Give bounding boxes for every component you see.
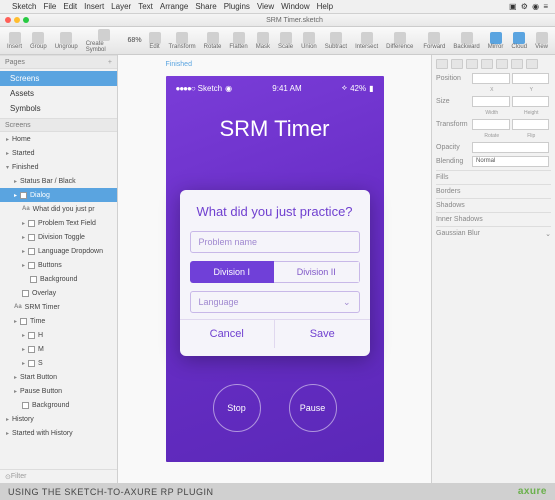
division-toggle[interactable]: Division I Division II xyxy=(190,261,360,283)
layer-item[interactable]: ▸Dialog xyxy=(0,188,117,202)
pause-button[interactable]: Pause xyxy=(289,384,337,432)
gaussian-blur-section[interactable]: Gaussian Blur ⌄ xyxy=(436,226,551,240)
bluetooth-icon: ⟡ xyxy=(342,83,347,93)
forward-button[interactable]: Forward xyxy=(420,32,448,50)
ungroup-button[interactable]: Ungroup xyxy=(52,32,81,50)
align-icons[interactable] xyxy=(436,59,551,69)
artboard-label[interactable]: Finished xyxy=(166,61,192,68)
layer-item[interactable]: ▸Problem Text Field xyxy=(0,216,117,230)
cloud-button[interactable]: Cloud xyxy=(508,32,530,50)
window-title: SRM Timer.sketch xyxy=(266,17,323,24)
tool-transform[interactable]: Transform xyxy=(166,32,199,50)
height-input[interactable] xyxy=(512,96,550,107)
signal-icon: ●●●●○ xyxy=(176,84,195,93)
fills-section[interactable]: Fills xyxy=(436,170,551,184)
layer-item[interactable]: ▸History xyxy=(0,412,117,426)
create-symbol-button[interactable]: Create Symbol xyxy=(83,29,126,53)
canvas[interactable]: Finished ●●●●○Sketch◉ 9:41 AM ⟡42%▮ SRM … xyxy=(118,55,431,483)
layer-item[interactable]: ▸Pause Button xyxy=(0,384,117,398)
layer-item[interactable]: ▸Language Dropdown xyxy=(0,244,117,258)
backward-button[interactable]: Backward xyxy=(450,32,482,50)
page-screens[interactable]: Screens xyxy=(0,71,117,86)
filter-input[interactable]: ⊙ Filter xyxy=(0,469,117,483)
chevron-down-icon: ⌄ xyxy=(343,297,351,308)
tool-difference[interactable]: Difference xyxy=(383,32,416,50)
opacity-input[interactable] xyxy=(472,142,549,153)
layer-item[interactable]: ▸Home xyxy=(0,132,117,146)
dialog: What did you just practice? Problem name… xyxy=(180,190,370,356)
page-assets[interactable]: Assets xyxy=(0,86,117,101)
layer-item[interactable]: ▸H xyxy=(0,328,117,342)
tool-subtract[interactable]: Subtract xyxy=(322,32,350,50)
app-title: SRM Timer xyxy=(166,116,384,142)
view-button[interactable]: View xyxy=(532,32,551,50)
window-titlebar: SRM Timer.sketch xyxy=(0,14,555,27)
pos-y-input[interactable] xyxy=(512,73,550,84)
mirror-button[interactable]: Mirror xyxy=(485,32,507,50)
status-bar: ●●●●○Sketch◉ 9:41 AM ⟡42%▮ xyxy=(166,76,384,100)
layer-item[interactable]: AaSRM Timer xyxy=(0,300,117,314)
zoom-level[interactable]: 68% xyxy=(128,37,142,44)
status-time: 9:41 AM xyxy=(272,84,301,93)
tool-union[interactable]: Union xyxy=(298,32,320,50)
borders-section[interactable]: Borders xyxy=(436,184,551,198)
dialog-heading: What did you just practice? xyxy=(190,204,360,219)
save-button[interactable]: Save xyxy=(275,320,370,348)
group-button[interactable]: Group xyxy=(27,32,50,50)
cancel-button[interactable]: Cancel xyxy=(180,320,276,348)
axure-logo: axure xyxy=(518,486,547,497)
tool-flatten[interactable]: Flatten xyxy=(226,32,250,50)
left-panel: Pages+ Screens Assets Symbols Screens ▸H… xyxy=(0,55,118,483)
pages-header: Pages+ xyxy=(0,55,117,69)
language-dropdown[interactable]: Language⌄ xyxy=(190,291,360,313)
layer-item[interactable]: ▸Start Button xyxy=(0,370,117,384)
tool-edit[interactable]: Edit xyxy=(146,32,164,50)
inspector-panel: Position XY Size WidthHeight Transform R… xyxy=(431,55,555,483)
layer-list: ▸Home▸Started▾Finished▸Status Bar / Blac… xyxy=(0,132,117,469)
layer-item[interactable]: Background xyxy=(0,272,117,286)
tool-rotate[interactable]: Rotate xyxy=(201,32,225,50)
blending-select[interactable]: Normal xyxy=(472,156,549,167)
add-page-icon[interactable]: + xyxy=(108,59,112,66)
battery-icon: ▮ xyxy=(369,84,373,93)
tool-mask[interactable]: Mask xyxy=(253,32,273,50)
flip-input[interactable] xyxy=(512,119,550,130)
layer-item[interactable]: Background xyxy=(0,398,117,412)
page-symbols[interactable]: Symbols xyxy=(0,101,117,116)
insert-button[interactable]: Insert xyxy=(4,32,25,50)
wifi-icon: ◉ xyxy=(225,84,232,93)
shadows-section[interactable]: Shadows xyxy=(436,198,551,212)
layer-item[interactable]: ▸M xyxy=(0,342,117,356)
layer-item[interactable]: ▸Status Bar / Black xyxy=(0,174,117,188)
layer-item[interactable]: ▾Finished xyxy=(0,160,117,174)
layer-item[interactable]: ▸Buttons xyxy=(0,258,117,272)
layer-item[interactable]: Overlay xyxy=(0,286,117,300)
layer-item[interactable]: ▸S xyxy=(0,356,117,370)
layer-item[interactable]: AaWhat did you just pr xyxy=(0,202,117,216)
layer-item[interactable]: ▸Division Toggle xyxy=(0,230,117,244)
rotate-input[interactable] xyxy=(472,119,510,130)
toolbar: Insert Group Ungroup Create Symbol 68% E… xyxy=(0,27,555,55)
pos-x-input[interactable] xyxy=(472,73,510,84)
window-controls[interactable] xyxy=(5,17,29,23)
stop-button[interactable]: Stop xyxy=(213,384,261,432)
artboard-finished[interactable]: ●●●●○Sketch◉ 9:41 AM ⟡42%▮ SRM Timer Wha… xyxy=(166,76,384,462)
tool-intersect[interactable]: Intersect xyxy=(352,32,381,50)
division-2-option[interactable]: Division II xyxy=(274,261,360,283)
caption-bar: USING THE SKETCH-TO-AXURE RP PLUGIN axur… xyxy=(0,483,555,500)
width-input[interactable] xyxy=(472,96,510,107)
mac-status-icons[interactable]: ▣ ⚙ ◉ ≡ xyxy=(509,2,549,11)
problem-name-input[interactable]: Problem name xyxy=(190,231,360,253)
division-1-option[interactable]: Division I xyxy=(190,261,275,283)
layer-item[interactable]: ▸Time xyxy=(0,314,117,328)
mac-menu-items[interactable]: SketchFileEditInsertLayerTextArrangeShar… xyxy=(12,2,340,11)
layer-item[interactable]: ▸Started xyxy=(0,146,117,160)
inner-shadows-section[interactable]: Inner Shadows xyxy=(436,212,551,226)
layers-header: Screens xyxy=(0,118,117,132)
tool-scale[interactable]: Scale xyxy=(275,32,296,50)
mac-menubar: SketchFileEditInsertLayerTextArrangeShar… xyxy=(0,0,555,14)
layer-item[interactable]: ▸Started with History xyxy=(0,426,117,440)
